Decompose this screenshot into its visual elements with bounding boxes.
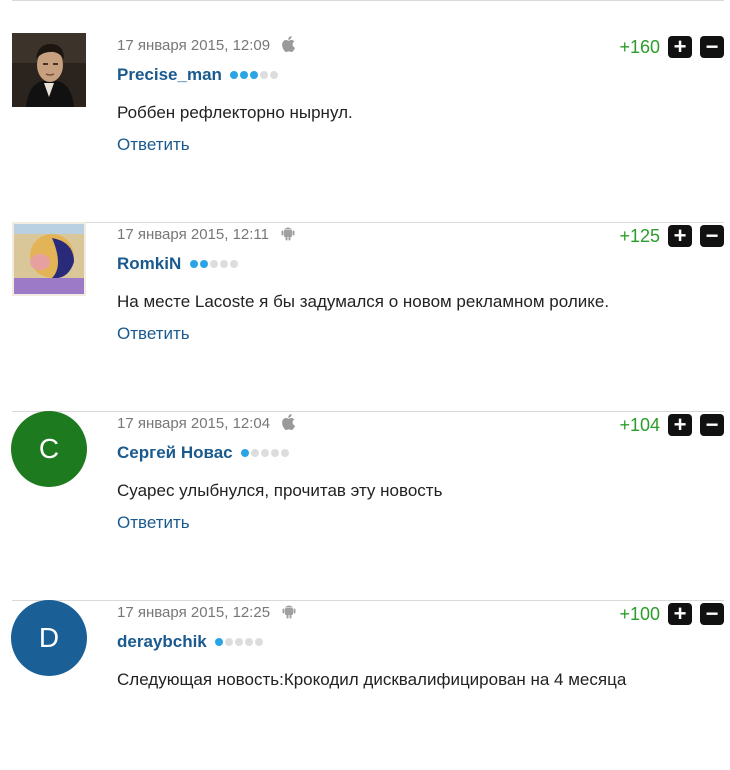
comment-item: D 17 января 2015, 12:25 deraybchik Следу… — [0, 600, 730, 770]
rating-dot — [251, 449, 260, 457]
downvote-button[interactable]: − — [700, 36, 724, 58]
author-row: Сергей Новас — [117, 443, 291, 465]
downvote-button[interactable]: − — [700, 603, 724, 625]
rating-dot — [241, 449, 250, 457]
username-link[interactable]: deraybchik — [117, 632, 207, 651]
author-row: Precise_man — [117, 65, 280, 87]
top-divider — [12, 0, 724, 1]
rating-dot — [261, 449, 270, 457]
username-link[interactable]: Precise_man — [117, 65, 222, 84]
upvote-button[interactable]: + — [668, 414, 692, 436]
apple-icon — [282, 414, 296, 434]
comment-date: 17 января 2015, 12:04 — [117, 415, 271, 432]
comment-text: На месте Lacoste я бы задумался о новом … — [117, 292, 610, 311]
comment-date: 17 января 2015, 12:09 — [117, 37, 271, 54]
rating-dot — [260, 71, 269, 79]
upvote-button[interactable]: + — [668, 36, 692, 58]
comment-meta: 17 января 2015, 12:25 — [117, 603, 296, 623]
rating-dot — [225, 638, 234, 646]
user-avatar[interactable]: D — [11, 600, 87, 676]
android-icon — [281, 225, 295, 245]
reply-link[interactable]: Ответить — [117, 135, 190, 155]
rating-dot — [189, 260, 198, 268]
rating-dots — [241, 444, 291, 462]
rating-dot — [281, 449, 290, 457]
upvote-button[interactable]: + — [668, 603, 692, 625]
comment-date: 17 января 2015, 12:25 — [117, 604, 271, 621]
rating-dot — [235, 638, 244, 646]
downvote-button[interactable]: − — [700, 414, 724, 436]
comment-score: +100 — [619, 604, 660, 624]
upvote-button[interactable]: + — [668, 225, 692, 247]
user-avatar[interactable] — [12, 33, 86, 107]
author-row: deraybchik — [117, 632, 265, 654]
comment-score: +160 — [619, 37, 660, 57]
rating-dot — [209, 260, 218, 268]
rating-dots — [189, 255, 240, 273]
comment-score: +125 — [619, 226, 660, 246]
rating-dot — [215, 638, 224, 646]
rating-dot — [230, 71, 239, 79]
rating-dots — [230, 66, 280, 84]
comment-item: C 17 января 2015, 12:04 Сергей Новас Суа… — [0, 411, 730, 601]
rating-dot — [271, 449, 280, 457]
android-icon — [282, 603, 296, 623]
reply-link[interactable]: Ответить — [117, 513, 190, 533]
rating-dot — [255, 638, 264, 646]
comment-item: 17 января 2015, 12:11 RomkiN На месте La… — [0, 222, 730, 412]
user-avatar[interactable]: C — [11, 411, 87, 487]
rating-dot — [245, 638, 254, 646]
username-link[interactable]: Сергей Новас — [117, 443, 233, 462]
rating-dot — [199, 260, 208, 268]
comment-text: Суарес улыбнулся, прочитав эту новость — [117, 481, 443, 500]
rating-dot — [219, 260, 228, 268]
comment-meta: 17 января 2015, 12:11 — [117, 225, 295, 245]
comment-score: +104 — [619, 415, 660, 435]
rating-dot — [250, 71, 259, 79]
rating-dot — [270, 71, 279, 79]
comment-text: Роббен рефлекторно нырнул. — [117, 103, 353, 122]
rating-dots — [215, 633, 265, 651]
author-row: RomkiN — [117, 254, 240, 276]
comment-item: 17 января 2015, 12:09 Precise_man Роббен… — [0, 33, 730, 223]
comment-text: Следующая новость:Крокодил дисквалифицир… — [117, 670, 627, 689]
reply-link[interactable]: Ответить — [117, 324, 190, 344]
rating-dot — [229, 260, 238, 268]
apple-icon — [282, 36, 296, 56]
user-avatar[interactable] — [12, 222, 86, 296]
username-link[interactable]: RomkiN — [117, 254, 181, 273]
comment-meta: 17 января 2015, 12:04 — [117, 414, 296, 434]
comment-date: 17 января 2015, 12:11 — [117, 226, 269, 243]
rating-dot — [240, 71, 249, 79]
comment-meta: 17 января 2015, 12:09 — [117, 36, 296, 56]
downvote-button[interactable]: − — [700, 225, 724, 247]
